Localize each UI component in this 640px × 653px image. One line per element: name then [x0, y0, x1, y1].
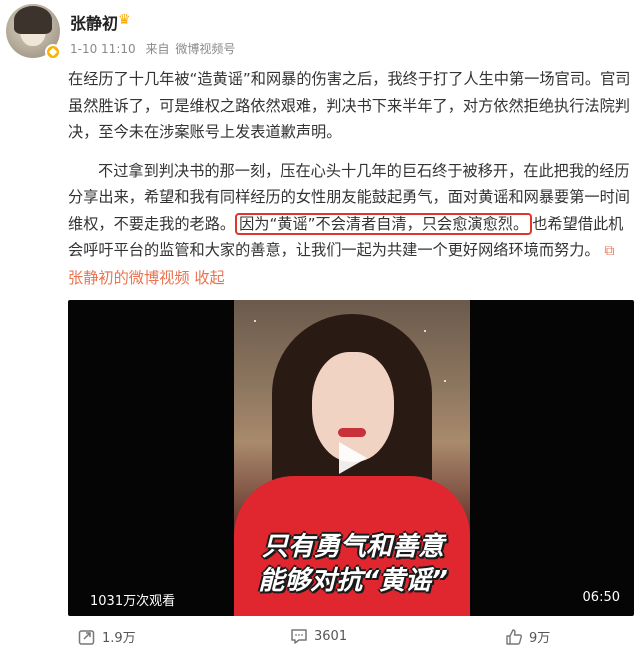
- comment-button[interactable]: 3601: [290, 627, 347, 645]
- like-button[interactable]: 9万: [505, 627, 550, 646]
- comment-icon: [291, 629, 307, 644]
- video-caption: 只有勇气和善意 能够对抗“黄谣”: [238, 530, 468, 598]
- post-text: 在经历了十几年被“造黄谣”和网暴的伤害之后，我终于打了人生中第一场官司。官司虽然…: [68, 66, 634, 303]
- sky-star: [254, 320, 256, 322]
- post-meta: 1-10 11:10 来自 微博视频号: [70, 40, 241, 57]
- video-caption-line-1: 只有勇气和善意: [261, 532, 444, 562]
- crown-icon: ♛: [118, 12, 131, 28]
- share-icon: [78, 629, 95, 645]
- author-name[interactable]: 张静初: [70, 10, 118, 34]
- collapse-link[interactable]: 收起: [194, 269, 224, 287]
- source-prefix: 来自: [145, 42, 170, 56]
- verified-badge-icon: [45, 44, 61, 60]
- highlighted-quote: 因为“黄谣”不会清者自清，只会愈演愈烈。: [235, 212, 533, 235]
- video-link-label: 张静初的微博视频: [68, 268, 190, 287]
- thumbs-up-icon: [506, 628, 522, 645]
- action-bar: 1.9万 3601 9万: [0, 624, 640, 650]
- paragraph-1: 在经历了十几年被“造黄谣”和网暴的伤害之后，我终于打了人生中第一场官司。官司虽然…: [68, 70, 631, 141]
- like-count: 9万: [529, 631, 551, 646]
- view-count: 1031万次观看: [90, 594, 176, 609]
- video-person-lips: [338, 428, 366, 437]
- video-caption-line-2: 能够对抗“黄谣”: [258, 566, 448, 596]
- paragraph-2: 不过拿到判决书的那一刻，压在心头十几年的巨石终于被移开，在此把我的经历分享出来，…: [68, 158, 634, 292]
- play-icon[interactable]: [331, 438, 371, 478]
- sky-star: [424, 330, 426, 332]
- sky-star: [444, 380, 446, 382]
- comment-count: 3601: [314, 628, 348, 644]
- share-count: 1.9万: [102, 631, 136, 646]
- video-player[interactable]: 只有勇气和善意 能够对抗“黄谣” 1031万次观看 06:50: [68, 300, 634, 616]
- share-button[interactable]: 1.9万: [78, 627, 136, 646]
- post-time: 1-10 11:10: [70, 42, 136, 56]
- post-source[interactable]: 微博视频号: [175, 42, 235, 56]
- video-link-icon: ⧉: [604, 243, 615, 259]
- video-duration: 06:50: [582, 590, 620, 605]
